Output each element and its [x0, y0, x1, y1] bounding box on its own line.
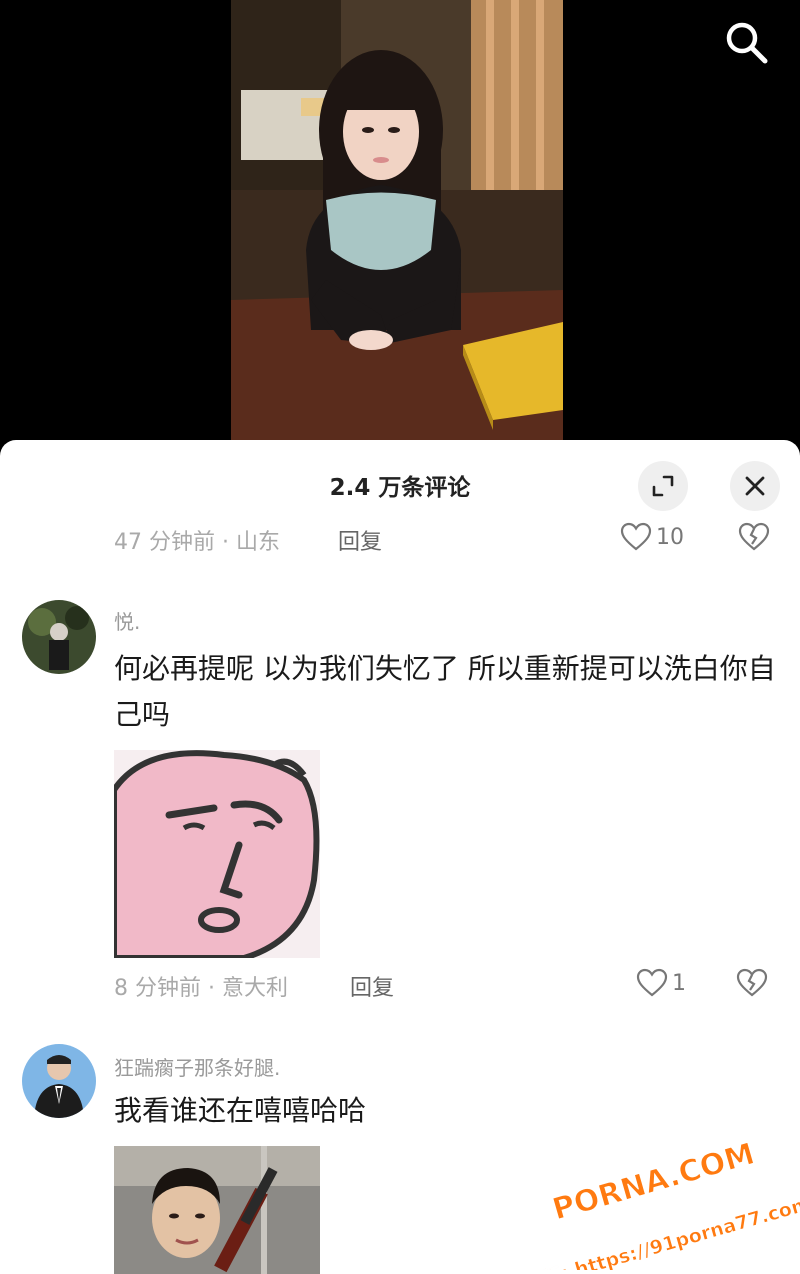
heart-icon [636, 968, 668, 997]
close-icon [745, 476, 765, 496]
search-button[interactable] [722, 18, 770, 66]
comments-sheet: 2.4 万条评论 47 分钟前 · 山东 回复 10 悦. 何必再提呢 以为我们… [0, 440, 800, 1274]
comment-text: 我看谁还在嘻嘻哈哈 [114, 1094, 367, 1127]
expand-icon [652, 475, 674, 497]
comment-text: 何必再提呢 以为我们失忆了 所以重新提可以洗白你自己吗 [114, 652, 776, 731]
avatar-image [22, 600, 96, 674]
like-count: 1 [672, 970, 686, 996]
close-button[interactable] [730, 461, 780, 511]
comment-photo [114, 1146, 320, 1274]
comment-time-location: 8 分钟前 · 意大利 [114, 976, 288, 1001]
reply-button[interactable]: 回复 [338, 524, 382, 556]
comment-username[interactable]: 狂踹瘸子那条好腿. [114, 1052, 280, 1081]
broken-heart-icon [736, 968, 768, 997]
comment-meta-row: 8 分钟前 · 意大利 回复 1 [114, 966, 774, 1002]
expand-button[interactable] [638, 461, 688, 511]
comment-sticker-image[interactable] [114, 750, 320, 958]
reply-button[interactable]: 回复 [350, 970, 394, 1002]
video-frame [231, 0, 563, 440]
avatar-image [22, 1044, 96, 1118]
video-still-image [231, 0, 563, 440]
dislike-button[interactable] [736, 968, 768, 1002]
dislike-button[interactable] [738, 522, 770, 556]
comment-meta-row: 47 分钟前 · 山东 回复 10 [114, 520, 774, 556]
comment-time-location: 47 分钟前 · 山东 [114, 530, 280, 555]
broken-heart-icon [738, 522, 770, 551]
sticker-meme-face [114, 750, 320, 958]
comment-username[interactable]: 悦. [114, 606, 140, 635]
like-button[interactable]: 1 [636, 968, 686, 998]
like-count: 10 [656, 524, 684, 550]
avatar[interactable] [22, 600, 96, 674]
comment-image[interactable] [114, 1146, 320, 1274]
search-icon [726, 22, 768, 64]
like-button[interactable]: 10 [620, 522, 684, 552]
heart-icon [620, 522, 652, 551]
avatar[interactable] [22, 1044, 96, 1118]
video-player[interactable] [0, 0, 800, 450]
